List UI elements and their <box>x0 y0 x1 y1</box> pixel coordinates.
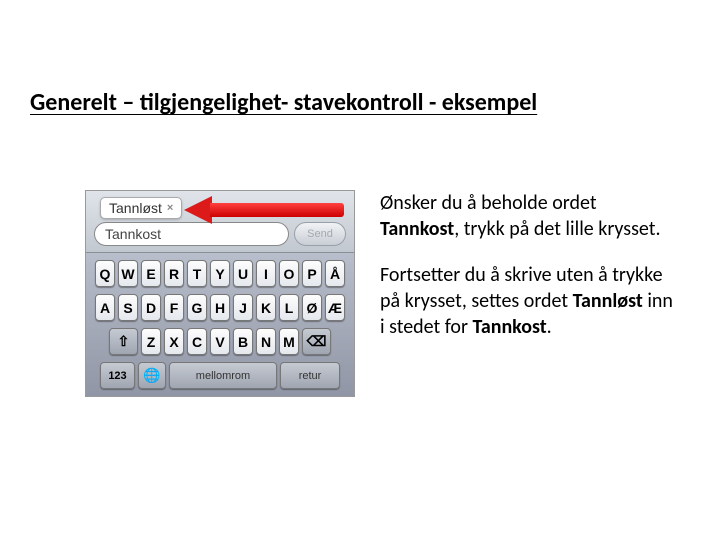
key-v[interactable]: V <box>210 328 230 355</box>
key-o[interactable]: O <box>279 260 299 287</box>
key-m[interactable]: M <box>279 328 299 355</box>
callout-arrow <box>184 198 344 222</box>
key-å[interactable]: Å <box>325 260 345 287</box>
key-w[interactable]: W <box>118 260 138 287</box>
p2-bold1: Tannløst <box>573 289 643 313</box>
key-⌫[interactable]: ⌫ <box>302 328 331 355</box>
page-title: Generelt – tilgjengelighet- stavekontrol… <box>30 88 537 117</box>
content-row: Tannløst × Tannkost Send QWERTYUIOPÅ ASD… <box>85 190 680 397</box>
input-area: Tannløst × Tannkost Send <box>86 191 354 253</box>
keyboard: QWERTYUIOPÅ ASDFGHJKLØÆ ⇧ZXCVBNM⌫ 123🌐me… <box>86 253 354 396</box>
key-retur[interactable]: retur <box>280 362 340 389</box>
send-button[interactable]: Send <box>294 222 346 246</box>
p2-post: . <box>547 315 552 339</box>
key-i[interactable]: I <box>256 260 276 287</box>
key-a[interactable]: A <box>95 294 115 321</box>
key-c[interactable]: C <box>187 328 207 355</box>
key-j[interactable]: J <box>233 294 253 321</box>
key-t[interactable]: T <box>187 260 207 287</box>
key-k[interactable]: K <box>256 294 276 321</box>
key-u[interactable]: U <box>233 260 253 287</box>
key-🌐[interactable]: 🌐 <box>138 362 166 389</box>
message-input-value: Tannkost <box>105 226 161 242</box>
paragraph-1: Ønsker du å beholde ordet Tannkost, tryk… <box>380 190 680 242</box>
phone-mock: Tannløst × Tannkost Send QWERTYUIOPÅ ASD… <box>85 190 355 397</box>
p2-bold2: Tannkost <box>472 315 546 339</box>
key-p[interactable]: P <box>302 260 322 287</box>
key-d[interactable]: D <box>141 294 161 321</box>
suggestion-text: Tannløst <box>109 200 162 216</box>
key-f[interactable]: F <box>164 294 184 321</box>
p1-post: , trykk på det lille krysset. <box>454 217 660 241</box>
paragraph-2: Fortsetter du å skrive uten å trykke på … <box>380 262 680 340</box>
key-e[interactable]: E <box>141 260 161 287</box>
key-æ[interactable]: Æ <box>325 294 345 321</box>
key-r[interactable]: R <box>164 260 184 287</box>
key-ø[interactable]: Ø <box>302 294 322 321</box>
key-q[interactable]: Q <box>95 260 115 287</box>
p1-bold: Tannkost <box>380 217 454 241</box>
key-y[interactable]: Y <box>210 260 230 287</box>
key-z[interactable]: Z <box>141 328 161 355</box>
key-123[interactable]: 123 <box>100 362 135 389</box>
key-s[interactable]: S <box>118 294 138 321</box>
key-l[interactable]: L <box>279 294 299 321</box>
key-h[interactable]: H <box>210 294 230 321</box>
key-b[interactable]: B <box>233 328 253 355</box>
dismiss-suggestion-x[interactable]: × <box>167 202 173 214</box>
explanation-text: Ønsker du å beholde ordet Tannkost, tryk… <box>380 190 680 360</box>
autocorrect-suggestion[interactable]: Tannløst × <box>100 197 182 219</box>
message-input[interactable]: Tannkost <box>94 222 289 246</box>
key-x[interactable]: X <box>164 328 184 355</box>
phone-column: Tannløst × Tannkost Send QWERTYUIOPÅ ASD… <box>85 190 355 397</box>
key-g[interactable]: G <box>187 294 207 321</box>
key-n[interactable]: N <box>256 328 276 355</box>
p1-pre: Ønsker du å beholde ordet <box>380 191 597 215</box>
key-mellomrom[interactable]: mellomrom <box>169 362 277 389</box>
key-⇧[interactable]: ⇧ <box>109 328 138 355</box>
